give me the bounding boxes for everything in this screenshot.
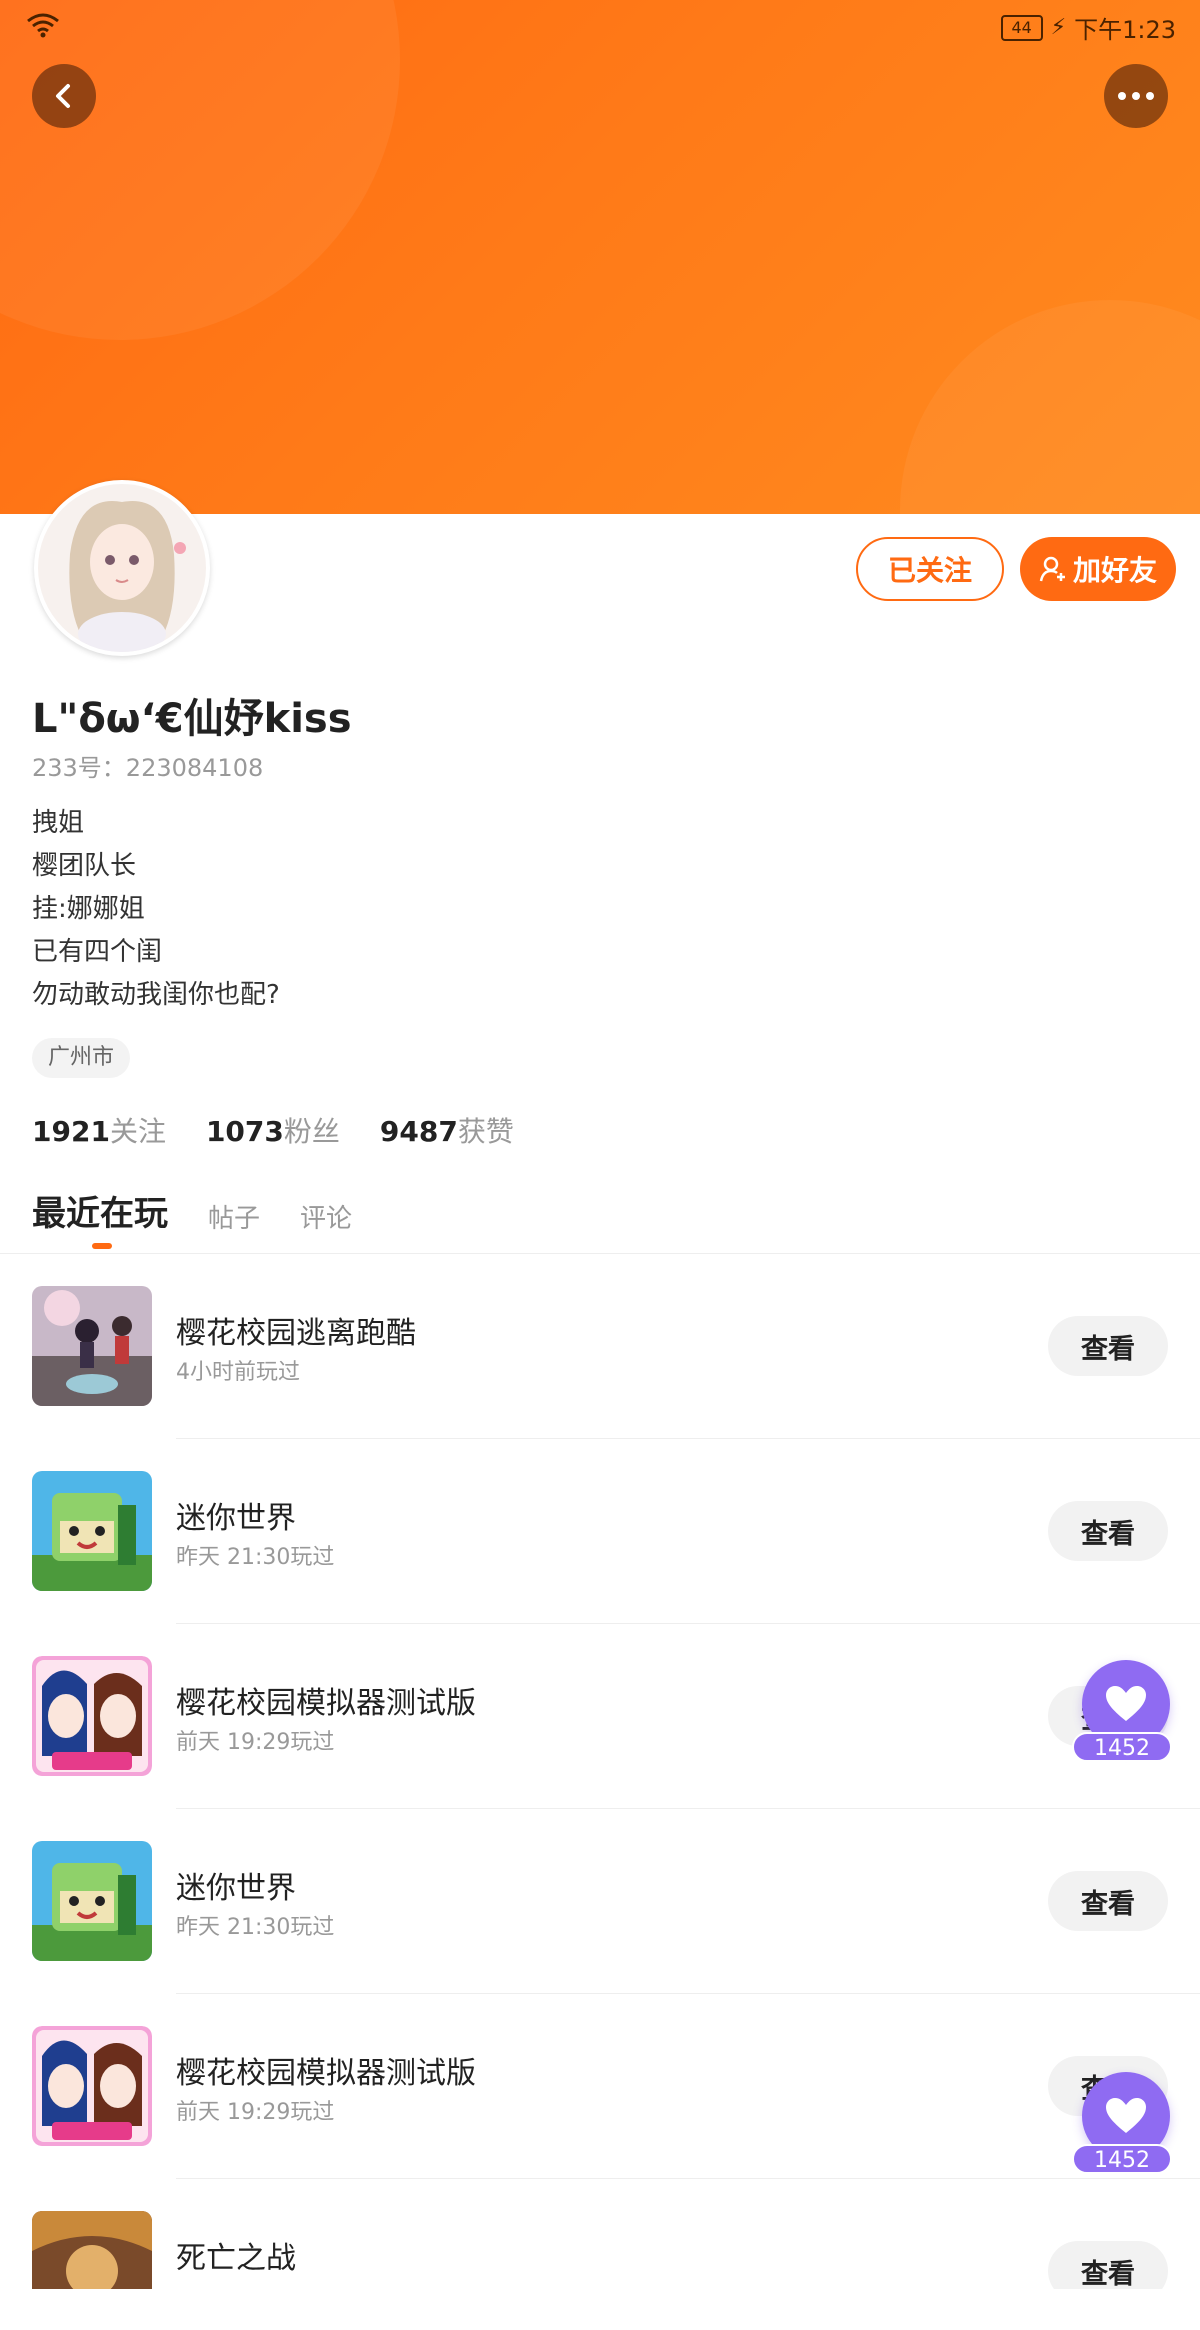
game-name: 迷你世界	[176, 1871, 296, 1906]
more-button[interactable]	[1104, 64, 1168, 128]
location-tag: 广州市	[32, 1038, 131, 1078]
back-button[interactable]	[32, 64, 96, 128]
stat-likes[interactable]: 9487获赞	[380, 1110, 514, 1150]
status-bar: 44 ⚡ 下午1:23	[0, 0, 1200, 50]
game-name: 樱花校园模拟器测试版	[176, 1686, 476, 1721]
view-button[interactable]: 查看	[1048, 1871, 1168, 1931]
battery-icon: 44	[1000, 14, 1043, 41]
bio-line: 拽姐	[32, 808, 85, 838]
bio-line: 挂:娜娜姐	[32, 894, 145, 924]
sakura-parkour-icon	[32, 1286, 152, 1406]
clock: 下午1:23	[1074, 16, 1176, 44]
more-dots-icon	[1118, 92, 1154, 100]
charging-icon: ⚡	[1050, 15, 1067, 40]
stat-number: 1921	[32, 1115, 110, 1148]
stat-number: 1073	[205, 1115, 284, 1148]
list-item[interactable]: 樱花校园逃离跑酷 4小时前玩过 查看	[0, 1254, 1200, 1439]
stats-row: 1921关注 1073粉丝 9487获赞	[32, 1110, 514, 1150]
bio-line: 已有四个闺	[32, 937, 163, 967]
stat-number: 9487	[379, 1115, 458, 1148]
game-name: 死亡之战	[176, 2241, 296, 2276]
list-item[interactable]: 迷你世界 昨天 21:30玩过 查看	[0, 1809, 1200, 1994]
like-count: 1452	[1072, 2144, 1172, 2174]
view-button[interactable]: 查看	[1048, 1501, 1168, 1561]
stat-fans[interactable]: 1073粉丝	[206, 1110, 340, 1150]
sakura-simulator-icon	[32, 2026, 152, 2146]
bio-line: 勿动敢动我闺你也配?	[32, 980, 280, 1010]
wifi-icon	[27, 13, 59, 38]
game-name: 樱花校园模拟器测试版	[176, 2056, 476, 2091]
like-fab[interactable]: 1452	[1072, 2072, 1172, 2174]
game-last-played: 前天 19:29玩过	[176, 2100, 335, 2125]
tab-recently-played[interactable]: 最近在玩	[32, 1186, 168, 1249]
avatar[interactable]	[34, 480, 210, 656]
like-count: 1452	[1072, 1732, 1172, 1762]
list-item[interactable]: 死亡之战 查看	[0, 2179, 1200, 2289]
mini-world-icon	[32, 1471, 152, 1591]
anime-girl-avatar-icon	[38, 484, 206, 652]
add-friend-button[interactable]: 加好友	[1020, 537, 1176, 601]
death-war-icon	[32, 2211, 152, 2289]
mini-world-icon	[32, 1841, 152, 1961]
bio-line: 樱团队长	[32, 851, 137, 881]
game-last-played: 前天 19:29玩过	[176, 1730, 335, 1755]
profile-tabs: 最近在玩 帖子 评论	[32, 1186, 392, 1249]
view-button[interactable]: 查看	[1048, 2241, 1168, 2289]
game-name: 迷你世界	[176, 1501, 296, 1536]
bio: 拽姐 樱团队长 挂:娜娜姐 已有四个闺 勿动敢动我闺你也配?	[32, 802, 280, 1017]
followed-button[interactable]: 已关注	[856, 537, 1004, 601]
game-last-played: 昨天 21:30玩过	[176, 1545, 335, 1570]
chevron-left-icon	[56, 84, 70, 108]
list-item[interactable]: 迷你世界 昨天 21:30玩过 查看	[0, 1439, 1200, 1624]
profile-banner	[0, 0, 1200, 514]
stat-label: 粉丝	[283, 1115, 340, 1148]
sakura-simulator-icon	[32, 1656, 152, 1776]
add-friend-label: 加好友	[1072, 554, 1157, 587]
view-button[interactable]: 查看	[1048, 1316, 1168, 1376]
list-item[interactable]: 樱花校园模拟器测试版 前天 19:29玩过 查看	[0, 1624, 1200, 1809]
game-last-played: 昨天 21:30玩过	[176, 1915, 335, 1940]
like-fab[interactable]: 1452	[1072, 1660, 1172, 1762]
tab-posts[interactable]: 帖子	[208, 1198, 260, 1249]
tab-comments[interactable]: 评论	[300, 1198, 352, 1249]
user-id: 233号：223084108	[32, 754, 264, 782]
username: L"δω‘€仙妤kiss	[32, 696, 352, 742]
stat-following[interactable]: 1921关注	[32, 1110, 166, 1150]
game-list: 樱花校园逃离跑酷 4小时前玩过 查看 迷你世界 昨天 21:30玩过 查看 樱花…	[0, 1254, 1200, 2289]
game-last-played: 4小时前玩过	[176, 1360, 300, 1385]
game-name: 樱花校园逃离跑酷	[176, 1316, 416, 1351]
list-item[interactable]: 樱花校园模拟器测试版 前天 19:29玩过 查看	[0, 1994, 1200, 2179]
stat-label: 获赞	[457, 1115, 514, 1148]
stat-label: 关注	[109, 1115, 166, 1148]
add-user-icon	[1039, 556, 1065, 582]
